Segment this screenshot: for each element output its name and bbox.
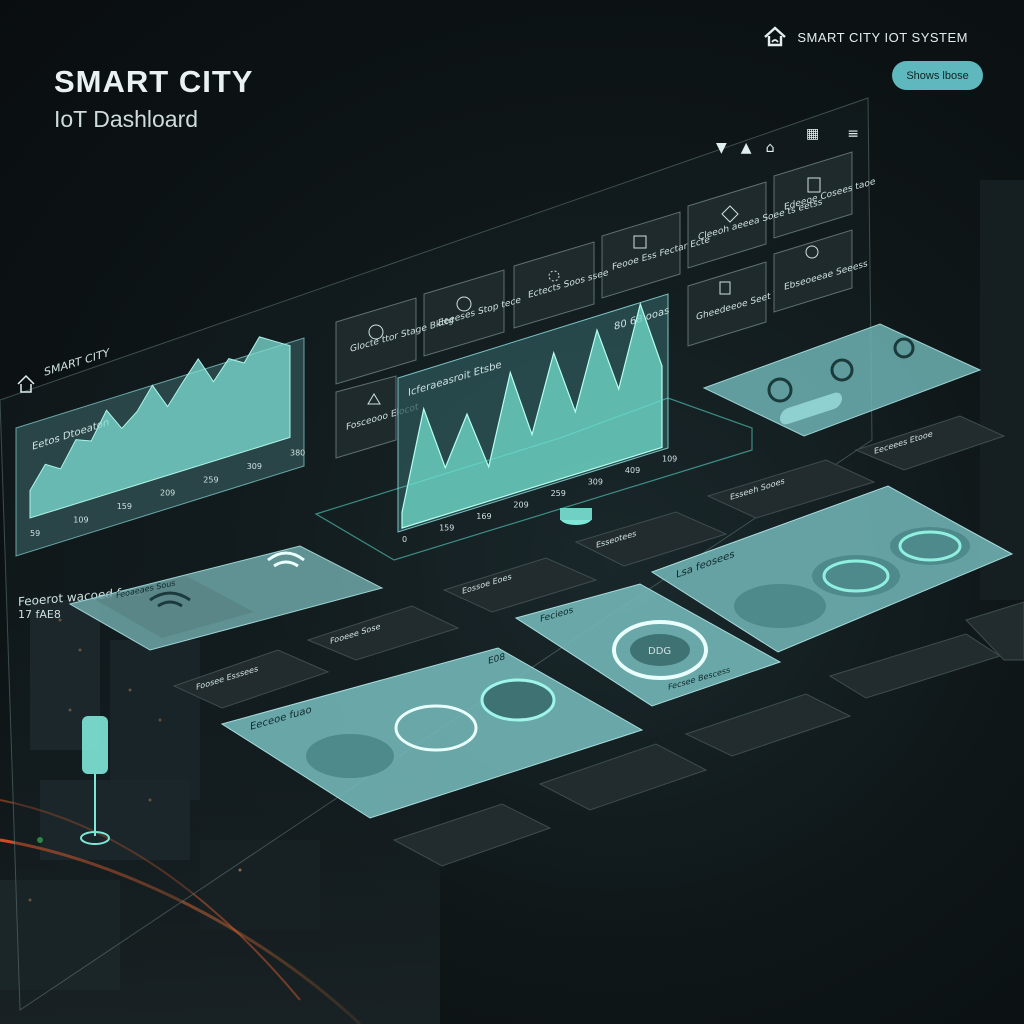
brand-label: SMART CITY IOT SYSTEM [797,29,968,45]
alert-icon[interactable]: ▲ [741,140,752,156]
home-icon [764,26,787,47]
lock-small-icon[interactable]: ⌂ [766,140,775,156]
page-subtitle: IoT Dashloard [54,106,199,132]
corner-icons: ▦ ≡ [806,126,859,142]
toolbar-icons: ▼ ▲ ⌂ [716,140,774,156]
city-background [0,180,1024,1024]
menu-icon[interactable]: ≡ [847,126,859,142]
shows-button[interactable]: Shows lbose [892,61,983,90]
grid-view-icon[interactable]: ▦ [806,126,819,142]
brand: SMART CITY IOT SYSTEM [763,26,968,48]
dashboard-title-block: SMART CITY IoT Dashloard [54,64,253,133]
filter-icon[interactable]: ▼ [716,140,727,156]
page-title: SMART CITY [54,64,254,99]
